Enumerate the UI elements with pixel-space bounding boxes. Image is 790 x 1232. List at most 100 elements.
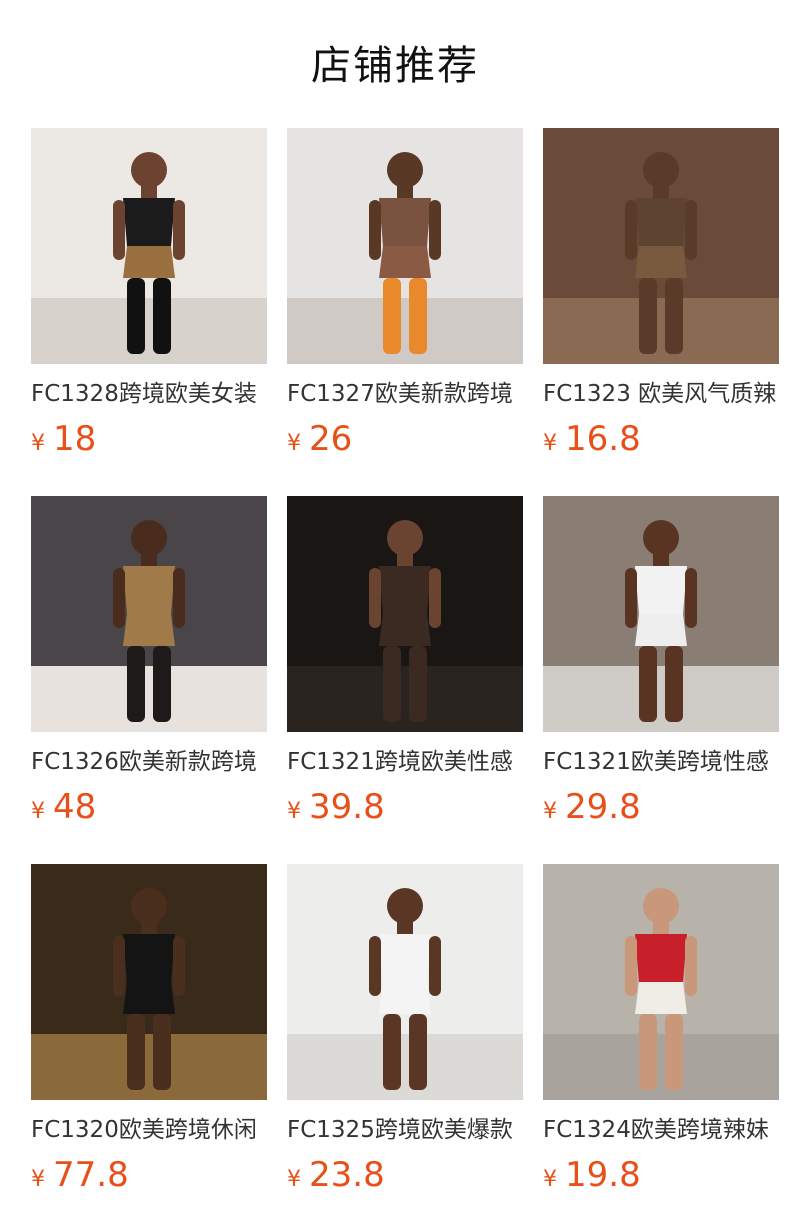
product-name[interactable]: FC1320欧美跨境休闲 (31, 1114, 267, 1146)
model-bottom (379, 614, 431, 646)
product-image[interactable] (543, 496, 779, 732)
product-card[interactable]: FC1321跨境欧美性感 ¥39.8 (287, 496, 523, 864)
model-leg (127, 278, 145, 354)
price-value: 16.8 (565, 419, 641, 459)
model-head (131, 152, 167, 188)
product-card[interactable]: FC1326欧美新款跨境 ¥48 (31, 496, 267, 864)
currency-symbol: ¥ (287, 799, 301, 824)
model-top (123, 566, 175, 614)
product-price: ¥39.8 (287, 786, 523, 828)
product-photo (543, 864, 779, 1100)
product-price: ¥29.8 (543, 786, 779, 828)
product-grid: FC1328跨境欧美女装 ¥18 FC1327欧美新款跨境 ¥26 FC1323… (31, 128, 779, 1232)
product-photo (31, 496, 267, 732)
model-bottom (635, 982, 687, 1014)
product-image[interactable] (31, 496, 267, 732)
photo-floor (31, 1034, 267, 1100)
model-leg (639, 1014, 657, 1090)
photo-floor (543, 298, 779, 364)
model-head (387, 520, 423, 556)
model-bottom (379, 246, 431, 278)
model-neck (653, 922, 669, 934)
model-arm (625, 568, 637, 628)
product-card[interactable]: FC1325跨境欧美爆款 ¥23.8 (287, 864, 523, 1232)
model-arm (113, 200, 125, 260)
product-price: ¥18 (31, 418, 267, 460)
product-image[interactable] (31, 128, 267, 364)
model-bottom (635, 246, 687, 278)
currency-symbol: ¥ (31, 1167, 45, 1192)
model-top (379, 934, 431, 982)
photo-floor (543, 666, 779, 732)
product-photo (287, 864, 523, 1100)
product-card[interactable]: FC1324欧美跨境辣妹 ¥19.8 (543, 864, 779, 1232)
model-neck (141, 554, 157, 566)
product-image[interactable] (287, 864, 523, 1100)
photo-floor (31, 298, 267, 364)
model-leg (127, 1014, 145, 1090)
model-leg (639, 278, 657, 354)
product-price: ¥23.8 (287, 1154, 523, 1196)
model-head (387, 888, 423, 924)
model-leg (665, 1014, 683, 1090)
product-name[interactable]: FC1321欧美跨境性感 (543, 746, 779, 778)
model-neck (397, 186, 413, 198)
product-card[interactable]: FC1327欧美新款跨境 ¥26 (287, 128, 523, 496)
price-value: 23.8 (309, 1155, 385, 1195)
product-price: ¥77.8 (31, 1154, 267, 1196)
model-head (643, 520, 679, 556)
product-card[interactable]: FC1323 欧美风气质辣 ¥16.8 (543, 128, 779, 496)
product-name[interactable]: FC1323 欧美风气质辣 (543, 378, 779, 410)
model-top (379, 566, 431, 614)
model-head (643, 888, 679, 924)
product-name[interactable]: FC1321跨境欧美性感 (287, 746, 523, 778)
model-bottom (123, 982, 175, 1014)
product-name[interactable]: FC1326欧美新款跨境 (31, 746, 267, 778)
model-leg (383, 646, 401, 722)
model-neck (397, 554, 413, 566)
product-card[interactable]: FC1321欧美跨境性感 ¥29.8 (543, 496, 779, 864)
currency-symbol: ¥ (543, 1167, 557, 1192)
model-arm (173, 568, 185, 628)
model-arm (369, 200, 381, 260)
model-top (635, 566, 687, 614)
product-card[interactable]: FC1320欧美跨境休闲 ¥77.8 (31, 864, 267, 1232)
price-value: 26 (309, 419, 353, 459)
model-leg (665, 646, 683, 722)
model-head (643, 152, 679, 188)
model-leg (383, 278, 401, 354)
product-name[interactable]: FC1324欧美跨境辣妹 (543, 1114, 779, 1146)
model-leg (153, 278, 171, 354)
product-image[interactable] (543, 128, 779, 364)
model-head (131, 888, 167, 924)
photo-floor (31, 666, 267, 732)
product-image[interactable] (543, 864, 779, 1100)
model-neck (653, 186, 669, 198)
price-value: 19.8 (565, 1155, 641, 1195)
product-image[interactable] (31, 864, 267, 1100)
product-image[interactable] (287, 496, 523, 732)
model-top (123, 198, 175, 246)
model-leg (127, 646, 145, 722)
product-photo (543, 128, 779, 364)
product-name[interactable]: FC1325跨境欧美爆款 (287, 1114, 523, 1146)
product-card[interactable]: FC1328跨境欧美女装 ¥18 (31, 128, 267, 496)
currency-symbol: ¥ (287, 1167, 301, 1192)
product-name[interactable]: FC1327欧美新款跨境 (287, 378, 523, 410)
model-neck (141, 186, 157, 198)
product-name[interactable]: FC1328跨境欧美女装 (31, 378, 267, 410)
model-bottom (123, 614, 175, 646)
price-value: 29.8 (565, 787, 641, 827)
photo-floor (287, 1034, 523, 1100)
price-value: 77.8 (53, 1155, 129, 1195)
model-leg (665, 278, 683, 354)
product-image[interactable] (287, 128, 523, 364)
model-top (635, 198, 687, 246)
photo-floor (287, 298, 523, 364)
price-value: 18 (53, 419, 97, 459)
model-bottom (635, 614, 687, 646)
model-arm (113, 936, 125, 996)
model-neck (397, 922, 413, 934)
model-arm (625, 200, 637, 260)
currency-symbol: ¥ (543, 431, 557, 456)
